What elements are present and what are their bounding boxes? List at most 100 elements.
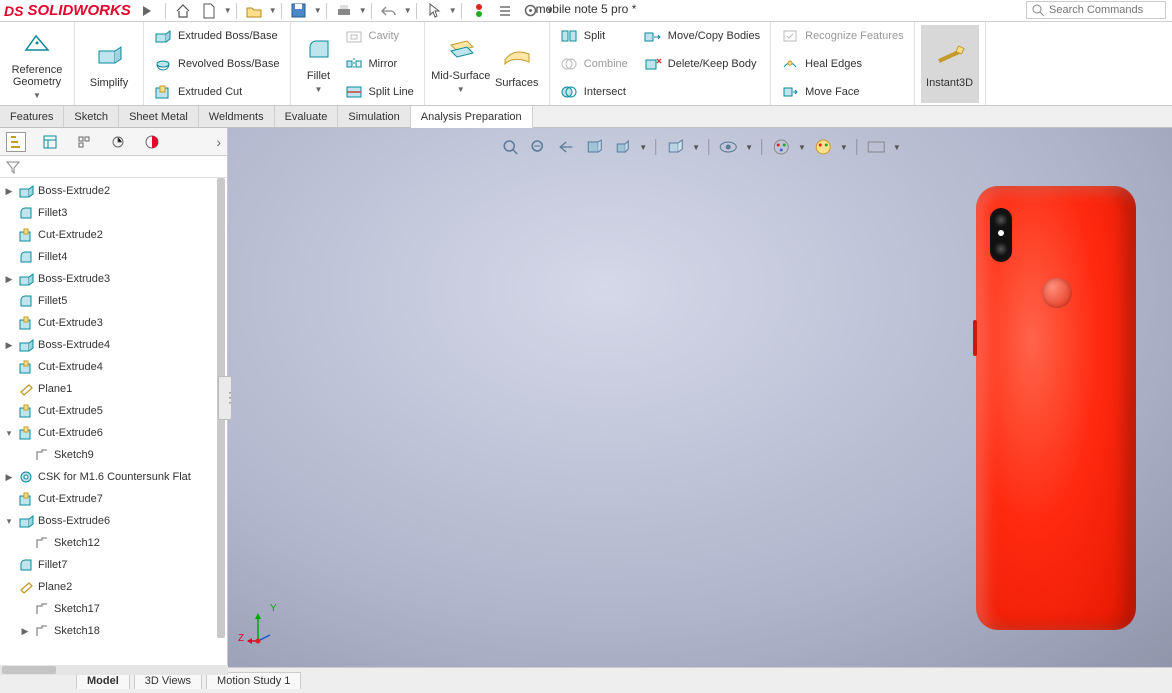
expand-icon[interactable]: ▶ [4,274,14,285]
instant3d-button[interactable]: Instant3D [921,25,979,103]
options-list-button[interactable] [494,2,516,20]
appearance-button[interactable] [770,136,792,158]
new-button[interactable] [198,2,220,20]
chevron-down-icon[interactable]: ▼ [692,143,700,152]
mirror-button[interactable]: Mirror [341,52,418,76]
fillet-button[interactable]: Fillet ▼ [297,25,341,103]
cavity-button[interactable]: Cavity [341,24,418,48]
feature-fillet4[interactable]: Fillet4 [0,246,227,268]
feature-sketch12[interactable]: Sketch12 [0,532,227,554]
split-button[interactable]: Split [556,24,632,48]
tab-sketch[interactable]: Sketch [64,106,119,127]
print-dropdown-icon[interactable]: ▼ [359,6,365,15]
view-orient-button[interactable] [611,136,633,158]
expand-icon[interactable]: ▾ [4,516,14,527]
feature-boss-extrude2[interactable]: ▶Boss-Extrude2 [0,180,227,202]
tab-analysis-preparation[interactable]: Analysis Preparation [411,106,533,128]
feature-plane1[interactable]: Plane1 [0,378,227,400]
new-dropdown-icon[interactable]: ▼ [224,6,230,15]
graphics-viewport[interactable]: ▼ ▼ ▼ ▼ ▼ ▼ Y Z [228,128,1172,667]
expand-icon[interactable]: ▶ [4,340,14,351]
print-button[interactable] [333,2,355,20]
moveface-button[interactable]: Move Face [777,80,907,104]
feature-boss-extrude4[interactable]: ▶Boss-Extrude4 [0,334,227,356]
tab-features[interactable]: Features [0,106,64,127]
home-button[interactable] [172,2,194,20]
view-settings-button[interactable] [865,136,887,158]
tab-evaluate[interactable]: Evaluate [275,106,339,127]
feature-cut-extrude2[interactable]: Cut-Extrude2 [0,224,227,246]
deletekeep-button[interactable]: Delete/Keep Body [640,52,764,76]
section-view-button[interactable] [583,136,605,158]
chevron-down-icon[interactable]: ▼ [639,143,647,152]
feature-boss-extrude6[interactable]: ▾Boss-Extrude6 [0,510,227,532]
panel-expand-icon[interactable]: › [216,134,221,150]
select-dropdown-icon[interactable]: ▼ [449,6,455,15]
feature-cut-extrude4[interactable]: Cut-Extrude4 [0,356,227,378]
feature-cut-extrude7[interactable]: Cut-Extrude7 [0,488,227,510]
panel-splitter[interactable] [218,376,232,420]
save-button[interactable] [288,2,310,20]
prev-view-button[interactable] [555,136,577,158]
recognize-button[interactable]: Recognize Features [777,24,907,48]
open-button[interactable] [243,2,265,20]
undo-dropdown-icon[interactable]: ▼ [404,6,410,15]
revolved-boss-button[interactable]: Revolved Boss/Base [150,52,284,76]
feature-fillet7[interactable]: Fillet7 [0,554,227,576]
zoom-fit-button[interactable] [499,136,521,158]
combine-button[interactable]: Combine [556,52,632,76]
simplify-button[interactable]: Simplify [81,25,137,103]
property-tab[interactable] [40,132,60,152]
feature-fillet3[interactable]: Fillet3 [0,202,227,224]
intersect-button[interactable]: Intersect [556,80,632,104]
feature-cut-extrude5[interactable]: Cut-Extrude5 [0,400,227,422]
feature-sketch17[interactable]: Sketch17 [0,598,227,620]
tab-simulation[interactable]: Simulation [338,106,410,127]
feature-cut-extrude3[interactable]: Cut-Extrude3 [0,312,227,334]
hide-show-button[interactable] [717,136,739,158]
menu-expand-icon[interactable] [143,6,151,16]
expand-icon[interactable]: ▶ [20,626,30,637]
dimxpert-tab[interactable] [108,132,128,152]
surfaces-button[interactable]: Surfaces [491,25,543,103]
reference-geometry-button[interactable]: Reference Geometry ▼ [6,25,68,103]
tab-weldments[interactable]: Weldments [199,106,275,127]
midsurface-button[interactable]: Mid-Surface ▼ [431,25,491,103]
feature-sketch18[interactable]: ▶Sketch18 [0,620,227,642]
save-dropdown-icon[interactable]: ▼ [314,6,320,15]
expand-icon[interactable]: ▶ [4,186,14,197]
chevron-down-icon[interactable]: ▼ [745,143,753,152]
feature-plane2[interactable]: Plane2 [0,576,227,598]
chevron-down-icon[interactable]: ▼ [798,143,806,152]
zoom-area-button[interactable] [527,136,549,158]
feature-csk-for-m1-6-countersunk-flat[interactable]: ▶CSK for M1.6 Countersunk Flat [0,466,227,488]
chevron-down-icon[interactable]: ▼ [893,143,901,152]
tab-sheet-metal[interactable]: Sheet Metal [119,106,199,127]
splitline-button[interactable]: Split Line [341,80,418,104]
display-tab[interactable] [142,132,162,152]
extruded-cut-button[interactable]: Extruded Cut [150,80,284,104]
search-commands[interactable] [1026,1,1166,19]
search-input[interactable] [1049,4,1149,16]
chevron-down-icon[interactable]: ▼ [840,143,848,152]
feature-filter[interactable] [0,156,227,178]
tree-hscroll[interactable] [0,665,228,675]
feature-tree-tab[interactable] [6,132,26,152]
display-style-button[interactable] [664,136,686,158]
config-tab[interactable] [74,132,94,152]
undo-button[interactable] [378,2,400,20]
feature-boss-extrude3[interactable]: ▶Boss-Extrude3 [0,268,227,290]
orientation-triad[interactable]: Y Z [246,609,286,649]
feature-fillet5[interactable]: Fillet5 [0,290,227,312]
feature-cut-extrude6[interactable]: ▾Cut-Extrude6 [0,422,227,444]
open-dropdown-icon[interactable]: ▼ [269,6,275,15]
expand-icon[interactable]: ▾ [4,428,14,439]
rebuild-button[interactable] [468,2,490,20]
feature-sketch9[interactable]: Sketch9 [0,444,227,466]
select-button[interactable] [423,2,445,20]
expand-icon[interactable]: ▶ [4,472,14,483]
healedges-button[interactable]: Heal Edges [777,52,907,76]
scene-button[interactable] [812,136,834,158]
movecopy-button[interactable]: Move/Copy Bodies [640,24,764,48]
extruded-boss-button[interactable]: Extruded Boss/Base [150,24,284,48]
